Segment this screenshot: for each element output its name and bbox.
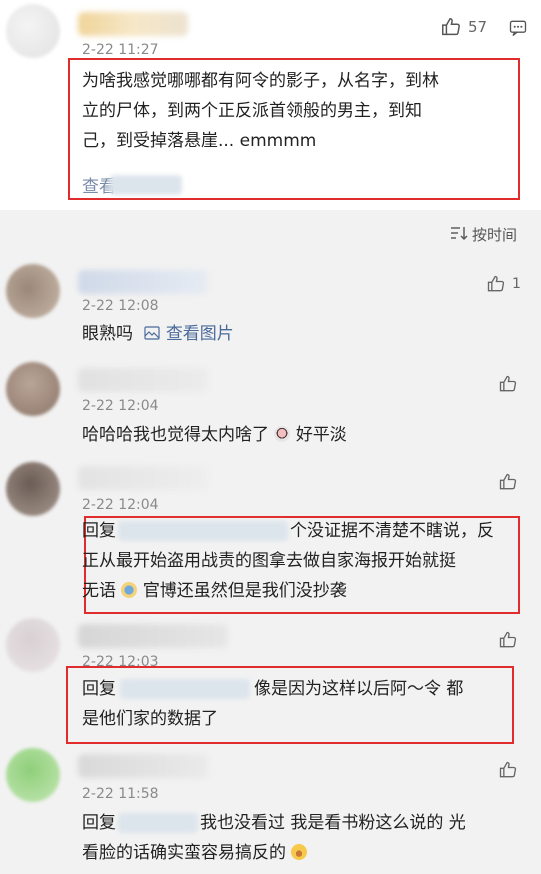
like-button[interactable]	[498, 472, 518, 492]
comment-text-line: 是他们家的数据了	[82, 709, 218, 729]
comment-text: 回复 像是因为这样以后阿～令 都 是他们家的数据了	[82, 674, 510, 734]
avatar[interactable]	[6, 462, 60, 516]
avatar[interactable]	[6, 618, 60, 672]
like-count: 1	[512, 276, 521, 292]
sort-label: 按时间	[472, 226, 518, 244]
comment-time: 2-22 12:04	[82, 497, 159, 513]
avatar[interactable]	[6, 748, 60, 802]
like-button[interactable]: 57	[440, 16, 487, 38]
comment-time: 2-22 11:58	[82, 786, 159, 802]
comment-text-span: 官博还虽然但是我们没抄袭	[142, 581, 347, 601]
sort-toggle[interactable]: 按时间	[450, 224, 517, 245]
comment-text-span: 像是因为这样以后阿～令 都	[254, 679, 464, 699]
thumbs-up-icon	[440, 16, 462, 38]
comment-text-line: 回复 个没证据不清楚不瞎说，反	[82, 516, 516, 546]
sort-icon	[450, 225, 468, 245]
comment-text-line: 无语 官博还虽然但是我们没抄袭	[82, 576, 516, 606]
comment-text-span: 看脸的话确实蛮容易搞反的	[82, 843, 286, 863]
like-button[interactable]	[498, 760, 518, 780]
like-button[interactable]: 1	[486, 274, 521, 294]
view-more-link[interactable]: 查看	[82, 172, 182, 197]
comment-icon[interactable]	[508, 18, 528, 42]
avatar[interactable]	[6, 362, 60, 416]
reply-prefix: 回复	[82, 813, 116, 833]
username-blurred[interactable]	[78, 466, 208, 490]
comment-text: 回复 我也没看过 我是看书粉这么说的 光 看脸的话确实蛮容易搞反的	[82, 808, 522, 868]
comment-text-line: 回复 像是因为这样以后阿～令 都	[82, 674, 510, 704]
comment-text-span: 个没证据不清楚不瞎说，反	[290, 521, 494, 541]
blurred-mention[interactable]	[118, 521, 288, 541]
comment-text-span: 眼熟吗	[82, 324, 133, 344]
username-blurred[interactable]	[78, 754, 208, 778]
thumbs-up-icon	[498, 630, 518, 650]
like-count: 57	[468, 18, 488, 36]
replies-section: 按时间 1 2-22 12:08 眼熟吗 查看图片 2-22 12:04 哈哈哈…	[0, 210, 541, 874]
comment-text-line: 看脸的话确实蛮容易搞反的	[82, 838, 522, 868]
username-blurred[interactable]	[78, 368, 208, 392]
comment-text-line: 回复 我也没看过 我是看书粉这么说的 光	[82, 808, 522, 838]
avatar[interactable]	[6, 264, 60, 318]
top-comment: 57 2-22 11:27 为啥我感觉哪哪都有阿令的影子，从名字，到林 立的尸体…	[0, 0, 541, 210]
dizzy-emoji-icon	[274, 426, 291, 442]
thumbs-up-icon	[486, 274, 506, 294]
username-blurred[interactable]	[78, 270, 208, 294]
username-blurred[interactable]	[78, 12, 188, 36]
comment-text: 眼熟吗 查看图片	[82, 319, 234, 349]
comment-time: 2-22 12:08	[82, 298, 159, 314]
comment-text-line: 正从最开始盗用战责的图拿去做自家海报开始就挺	[82, 551, 456, 571]
blurred-mention[interactable]	[118, 813, 198, 833]
username-blurred[interactable]	[78, 624, 228, 648]
comment-time: 2-22 12:04	[82, 398, 159, 414]
comment-text-span: 无语	[82, 581, 116, 601]
comment-text-line: 立的尸体，到两个正反派首领般的男主，到知	[82, 101, 422, 121]
blurred-text	[110, 174, 182, 195]
like-button[interactable]	[498, 630, 518, 650]
comment-text-line: 己，到受掉落悬崖... emmmm	[82, 131, 317, 151]
avatar[interactable]	[6, 4, 60, 58]
comment-text-span: 我也没看过 我是看书粉这么说的 光	[200, 813, 466, 833]
like-button[interactable]	[498, 374, 518, 394]
comment-text: 哈哈哈我也觉得太内啥了 好平淡	[82, 420, 347, 450]
comment-text-span: 好平淡	[295, 425, 347, 445]
comment-text-line: 为啥我感觉哪哪都有阿令的影子，从名字，到林	[82, 71, 439, 91]
reply-prefix: 回复	[82, 521, 116, 541]
image-icon	[144, 326, 161, 340]
reply-prefix: 回复	[82, 679, 116, 699]
thumbs-up-icon	[498, 472, 518, 492]
comment-time: 2-22 11:27	[82, 42, 159, 58]
view-image-label: 查看图片	[165, 324, 234, 344]
laugh-emoji-icon	[291, 844, 308, 860]
smile-emoji-icon	[121, 582, 138, 598]
view-image-link[interactable]: 查看图片	[144, 324, 234, 344]
thumbs-up-icon	[498, 760, 518, 780]
comment-text-span: 哈哈哈我也觉得太内啥了	[82, 425, 269, 445]
comment-thread-page: 57 2-22 11:27 为啥我感觉哪哪都有阿令的影子，从名字，到林 立的尸体…	[0, 0, 541, 874]
comment-text: 为啥我感觉哪哪都有阿令的影子，从名字，到林 立的尸体，到两个正反派首领般的男主，…	[82, 66, 514, 156]
comment-text: 回复 个没证据不清楚不瞎说，反 正从最开始盗用战责的图拿去做自家海报开始就挺 无语…	[82, 516, 516, 606]
thumbs-up-icon	[498, 374, 518, 394]
blurred-mention[interactable]	[120, 679, 250, 699]
